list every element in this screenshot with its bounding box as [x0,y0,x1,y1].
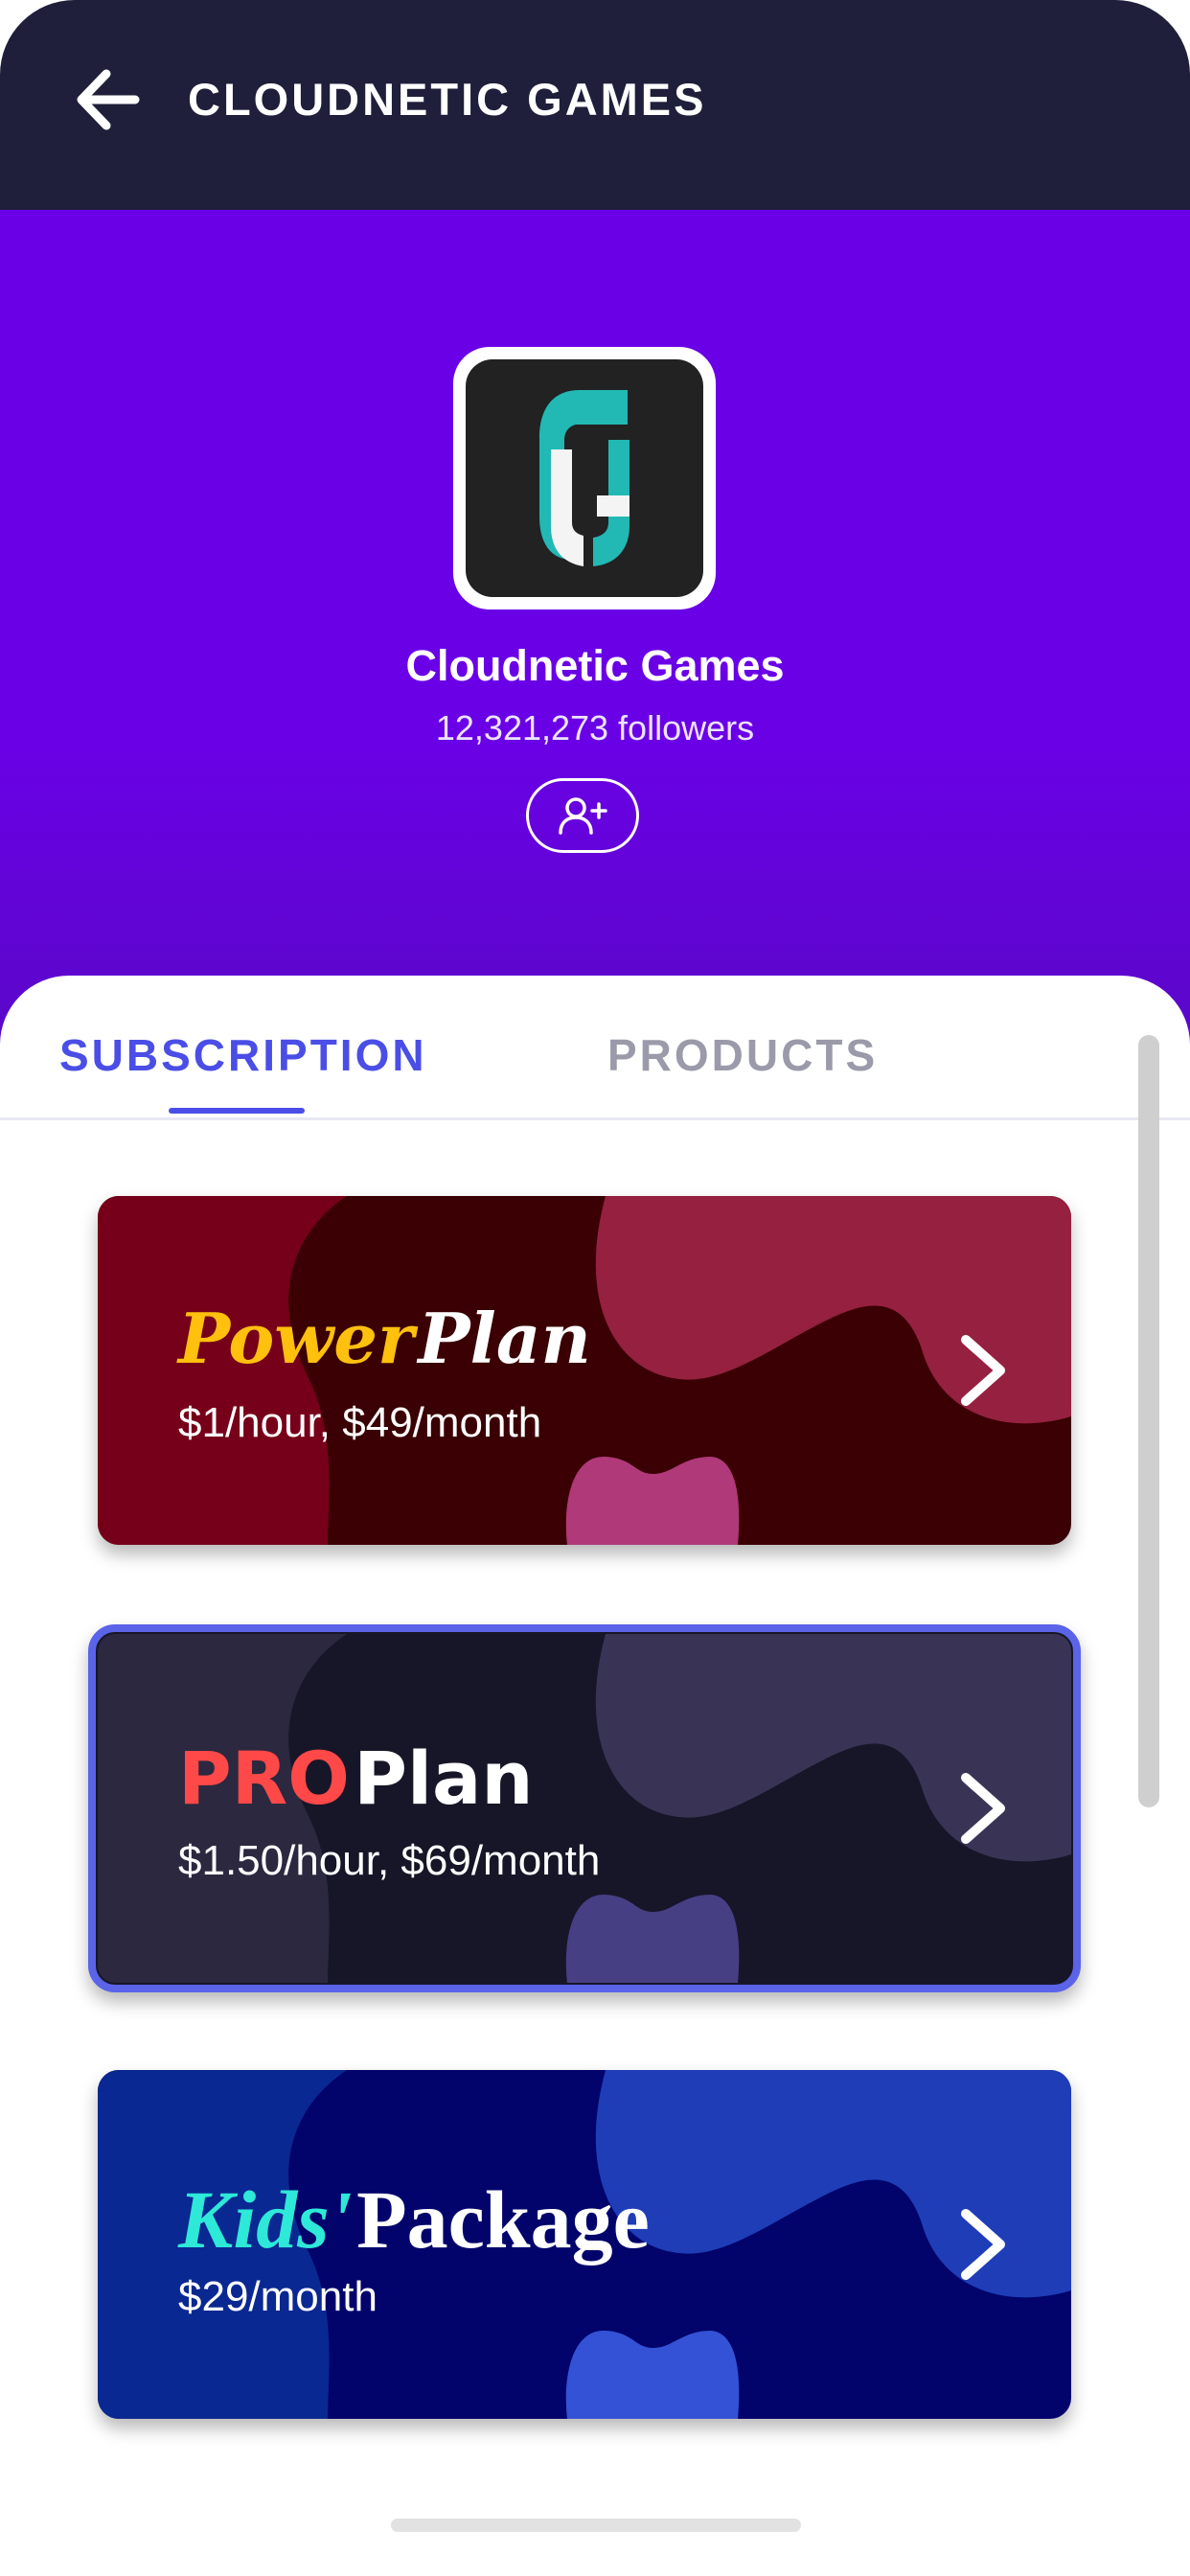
scrollbar[interactable] [1138,1035,1159,1807]
top-navbar: CLOUDNETIC GAMES [0,0,1190,210]
tab-products[interactable]: PRODUCTS [607,1029,878,1081]
card-inner: PRO Plan $1.50/hour, $69/month [98,1634,1071,1983]
cloudnetic-logo-icon [466,359,703,597]
plan-title-accent: Power [178,1298,414,1379]
arrow-left-icon [77,69,140,130]
home-indicator[interactable] [391,2518,801,2532]
app-screen: CLOUDNETIC GAMES Cloudnetic Games 12,321… [0,0,1190,2576]
plan-title-accent: PRO [178,1736,350,1821]
plan-title-accent: Kids' [178,2174,353,2266]
plan-price: $29/month [178,2273,378,2320]
tab-subscription[interactable]: SUBSCRIPTION [59,1029,427,1081]
plan-title: PRO Plan [178,1736,533,1821]
follow-button[interactable] [526,778,639,853]
chevron-right-icon [961,1335,1005,1406]
back-button[interactable] [67,63,148,136]
plan-title: Power Plan [178,1298,591,1379]
active-tab-indicator [169,1108,305,1114]
plan-title-rest: Plan [354,1736,534,1821]
channel-avatar [453,347,716,610]
plan-price: $1/hour, $49/month [178,1399,542,1446]
follower-count: 12,321,273 followers [435,708,755,748]
plan-card-power[interactable]: Power Plan $1/hour, $49/month [98,1196,1071,1545]
user-plus-icon [559,797,607,835]
plan-price: $1.50/hour, $69/month [178,1837,601,1884]
channel-name: Cloudnetic Games [405,641,785,690]
plan-card-pro[interactable]: PRO Plan $1.50/hour, $69/month [88,1624,1081,1992]
channel-header: Cloudnetic Games 12,321,273 followers [0,210,1190,1053]
plan-title: Kids' Package [178,2172,650,2267]
plan-card-kids[interactable]: Kids' Package $29/month [98,2070,1071,2419]
tab-bar: SUBSCRIPTION PRODUCTS [0,976,1190,1120]
page-title: CLOUDNETIC GAMES [188,74,707,125]
plan-title-rest: Package [356,2174,650,2266]
chevron-right-icon [961,1773,1005,1844]
plan-title-rest: Plan [418,1298,591,1379]
chevron-right-icon [961,2209,1005,2280]
